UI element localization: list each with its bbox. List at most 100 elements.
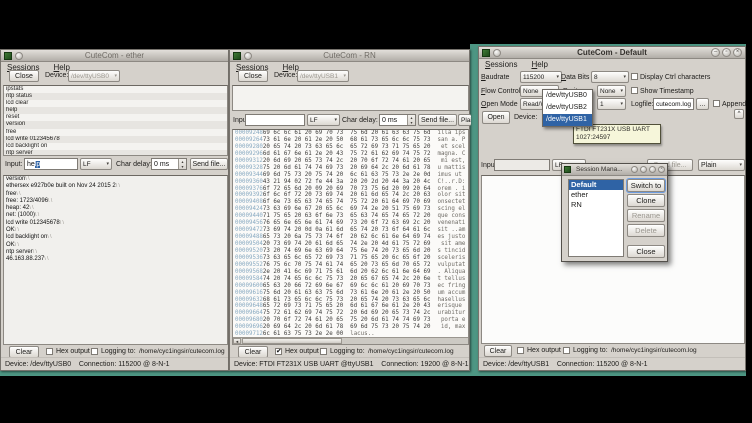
line-ending-marks: \ \ — [44, 256, 48, 262]
show-timestamp-label[interactable]: Show Timestamp — [640, 88, 694, 95]
session-manager-dialog: Session Mana... × DefaultetherRN Switch … — [561, 163, 668, 262]
horizontal-scrollbar[interactable]: ◄ — [233, 337, 468, 344]
append-checkbox[interactable] — [713, 100, 720, 107]
session-list-item[interactable]: Default — [569, 180, 623, 190]
output-area[interactable]: version\ \ethersex e927b0e built on Nov … — [3, 175, 228, 345]
command-input[interactable]: help — [24, 158, 78, 170]
dialog-close-icon[interactable]: × — [658, 166, 665, 173]
hex-ascii: sit ..am — [437, 227, 465, 233]
hex-output-checkbox[interactable] — [46, 348, 53, 355]
hex-offset: 00009456 — [235, 220, 263, 226]
history-item[interactable]: reset — [4, 114, 227, 121]
command-history-list[interactable] — [232, 85, 469, 111]
history-item[interactable]: version — [4, 121, 227, 128]
dropdown-arrow-icon: ▾ — [739, 162, 742, 168]
hex-ascii: hasellus — [437, 297, 465, 303]
window-cutecom-rn: CuteCom - RN Sessions Help Close Device:… — [229, 49, 470, 371]
char-delay-spinner[interactable]: 0 ms ▴▾ — [151, 158, 187, 170]
history-item[interactable]: lcd clear — [4, 100, 227, 107]
history-item[interactable]: ipstats — [4, 86, 227, 93]
scrollbar-thumb[interactable] — [242, 338, 342, 344]
switch-to-button[interactable]: Switch to — [627, 179, 665, 192]
dialog-titlebar[interactable]: Session Mana... × — [562, 164, 667, 176]
hex-ascii: et scel — [437, 144, 465, 150]
titlebar[interactable]: CuteCom - RN — [230, 50, 469, 62]
baudrate-combobox[interactable]: 115200 ▾ — [520, 71, 562, 83]
logfile-field[interactable]: cutecom.log — [653, 98, 694, 110]
clone-button[interactable]: Clone — [627, 194, 665, 207]
logging-label[interactable]: Logging to: — [330, 348, 365, 355]
device-popup-item[interactable]: /dev/ttyUSB2 — [543, 102, 592, 114]
stop-bits-combobox[interactable]: 1 ▾ — [597, 98, 626, 110]
titlebar[interactable]: CuteCom - Default – ▫ × — [479, 47, 745, 59]
command-input[interactable] — [245, 114, 305, 126]
close-device-button[interactable]: Close — [238, 70, 268, 82]
logging-label[interactable]: Logging to: — [573, 347, 608, 354]
logging-label[interactable]: Logging to: — [101, 348, 136, 355]
hex-ascii: . Aliqua — [437, 269, 465, 275]
data-bits-label: Data Bits — [561, 74, 589, 81]
send-file-button[interactable]: Send file... — [190, 158, 228, 170]
hex-offset: 00009264 — [235, 137, 263, 143]
dialog-maximize-button[interactable] — [649, 166, 656, 173]
titlebar[interactable]: CuteCom - ether — [1, 50, 228, 62]
char-delay-label: Char delay: — [116, 161, 152, 168]
device-popup-list[interactable]: /dev/ttyUSB0/dev/ttyUSB2/dev/ttyUSB1 — [542, 89, 593, 127]
dialog-help-button[interactable] — [631, 166, 638, 173]
cutecom-app-icon — [564, 166, 571, 173]
hex-ascii: venenati — [437, 220, 465, 226]
send-file-button[interactable]: Send file... — [418, 114, 457, 126]
open-mode-label: Open Mode — [481, 101, 518, 108]
session-list-item[interactable]: ether — [569, 190, 623, 200]
hex-line: 0000928020 65 74 20 73 63 65 6c 65 72 69… — [233, 144, 468, 151]
output-line: ntp server\ \ — [4, 249, 227, 256]
data-bits-combobox[interactable]: 8 ▾ — [591, 71, 629, 83]
device-popup-item[interactable]: /dev/ttyUSB0 — [543, 90, 592, 102]
parity-combobox[interactable]: None ▾ — [597, 85, 626, 97]
history-item[interactable]: help — [4, 107, 227, 114]
hex-line: 0000953673 63 65 6c 65 72 69 73 71 75 65… — [233, 255, 468, 262]
close-dialog-button[interactable]: Close — [627, 245, 665, 258]
eol-mode-combobox[interactable]: LF ▾ — [80, 158, 112, 170]
spin-down-icon[interactable]: ▾ — [179, 164, 186, 169]
history-item[interactable]: lcd write 012345678 — [4, 136, 227, 143]
hex-line: 0000944071 75 65 20 63 6f 6e 73 65 63 74… — [233, 213, 468, 220]
display-mode-combobox[interactable]: Plain ▾ — [698, 159, 745, 171]
close-device-button[interactable]: Close — [9, 70, 39, 82]
display-ctrl-checkbox[interactable] — [631, 73, 638, 80]
hex-output-checkbox[interactable] — [517, 347, 524, 354]
session-list-item[interactable]: RN — [569, 200, 623, 210]
hex-output-label[interactable]: Hex output — [285, 348, 319, 355]
history-item[interactable]: ntp server — [4, 150, 227, 156]
append-label[interactable]: Append — [722, 101, 746, 108]
dialog-minimize-button[interactable] — [640, 166, 647, 173]
history-item[interactable]: lcd backlight on — [4, 143, 227, 150]
eol-mode-combobox[interactable]: LF ▾ — [307, 114, 340, 126]
history-item[interactable]: ntp status — [4, 93, 227, 100]
display-mode-combobox[interactable]: Plain — [458, 114, 471, 126]
show-timestamp-checkbox[interactable] — [631, 87, 638, 94]
menu-help[interactable]: Help — [531, 60, 547, 69]
hex-output-label[interactable]: Hex output — [527, 347, 561, 354]
spin-down-icon[interactable]: ▾ — [408, 120, 415, 125]
open-device-button[interactable]: Open — [482, 111, 510, 124]
hex-output-area[interactable]: 0000924869 6c 6c 61 20 69 70 73 75 6d 20… — [232, 129, 469, 345]
logging-checkbox[interactable] — [320, 348, 327, 355]
status-bar: Device: /dev/ttyUSB0 Connection: 115200 … — [1, 357, 228, 370]
char-delay-spinner[interactable]: 0 ms ▴▾ — [379, 114, 416, 126]
session-list[interactable]: DefaultetherRN — [568, 179, 624, 257]
command-history-list[interactable]: ipstatsntp statuslcd clearhelpresetversi… — [3, 85, 228, 156]
display-ctrl-label[interactable]: Display Ctrl characters — [640, 74, 710, 81]
device-popup-item[interactable]: /dev/ttyUSB1 — [543, 114, 592, 126]
logging-checkbox[interactable] — [91, 348, 98, 355]
hex-output-label[interactable]: Hex output — [56, 348, 90, 355]
scroll-left-icon[interactable]: ◄ — [233, 338, 241, 344]
hex-output-checkbox-checked[interactable]: ✔ — [275, 348, 282, 355]
settings-collapse-button[interactable]: ^ — [734, 109, 744, 119]
logging-checkbox[interactable] — [563, 347, 570, 354]
menu-sessions[interactable]: Sessions — [485, 60, 517, 69]
line-ending-marks: \ \ — [47, 234, 51, 240]
clear-button[interactable]: Clear — [484, 345, 512, 357]
history-item[interactable]: free — [4, 129, 227, 136]
logfile-browse-button[interactable]: ... — [696, 98, 709, 110]
